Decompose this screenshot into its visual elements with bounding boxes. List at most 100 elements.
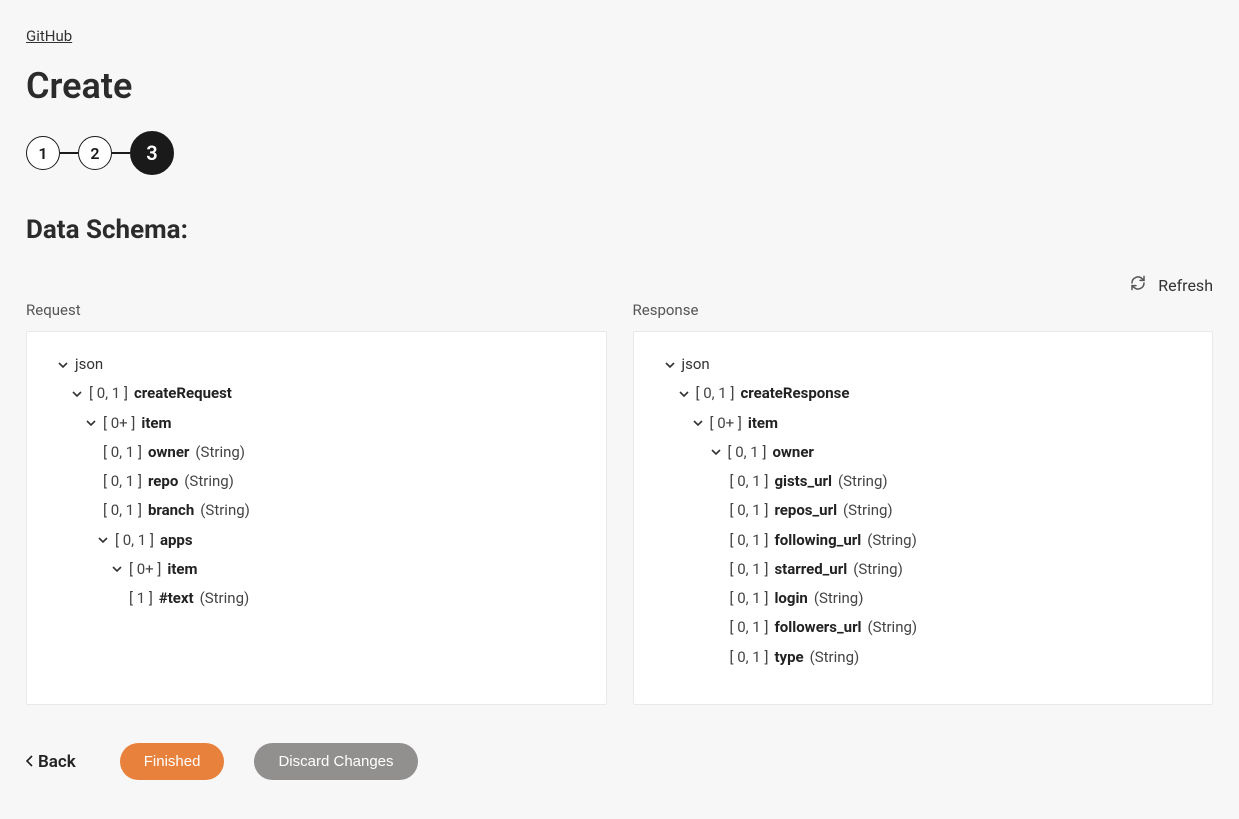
tree-name: gists_url — [774, 467, 832, 496]
tree-leaf-starred-url[interactable]: [ 0, 1 ]starred_url(String) — [654, 555, 1193, 584]
tree-type: (String) — [184, 467, 234, 496]
breadcrumb-link-github[interactable]: GitHub — [26, 27, 72, 45]
back-label: Back — [38, 752, 76, 772]
tree-name: #text — [159, 584, 194, 613]
tree-name: repos_url — [774, 496, 837, 525]
tree-type: (String) — [853, 555, 903, 584]
tree-cardinality: [ 0, 1 ] — [103, 496, 142, 525]
tree-name: item — [141, 409, 171, 438]
tree-cardinality: [ 0, 1 ] — [728, 438, 767, 467]
tree-leaf-type[interactable]: [ 0, 1 ]type(String) — [654, 643, 1193, 672]
tree-type: (String) — [810, 643, 860, 672]
tree-name: branch — [148, 496, 194, 525]
tree-name: owner — [148, 438, 189, 467]
tree-node-createrequest[interactable]: [ 0, 1 ] createRequest — [47, 379, 586, 408]
tree-cardinality: [ 0, 1 ] — [730, 496, 769, 525]
step-3[interactable]: 3 — [130, 131, 174, 175]
page-title: Create — [26, 65, 1213, 107]
tree-name: apps — [160, 526, 193, 555]
tree-name: item — [167, 555, 197, 584]
tree-cardinality: [ 0, 1 ] — [89, 379, 128, 408]
tree-cardinality: [ 0, 1 ] — [730, 526, 769, 555]
request-panel: json [ 0, 1 ] createRequest [ 0+ ] item … — [26, 331, 607, 705]
tree-node-item[interactable]: [ 0+ ] item — [47, 409, 586, 438]
tree-leaf-text[interactable]: [ 1 ] #text (String) — [47, 584, 586, 613]
tree-name: starred_url — [774, 555, 847, 584]
tree-leaf-repos-url[interactable]: [ 0, 1 ]repos_url(String) — [654, 496, 1193, 525]
tree-type: (String) — [867, 526, 917, 555]
tree-leaf-repo[interactable]: [ 0, 1 ] repo (String) — [47, 467, 586, 496]
chevron-down-icon — [57, 360, 69, 370]
tree-cardinality: [ 1 ] — [129, 584, 153, 613]
refresh-button[interactable]: Refresh — [1130, 275, 1213, 295]
chevron-down-icon — [692, 418, 704, 428]
tree-leaf-owner[interactable]: [ 0, 1 ] owner (String) — [47, 438, 586, 467]
chevron-down-icon — [111, 564, 123, 574]
tree-node-owner[interactable]: [ 0, 1 ] owner — [654, 438, 1193, 467]
tree-type: (String) — [843, 496, 893, 525]
tree-type: (String) — [200, 584, 250, 613]
tree-node-item[interactable]: [ 0+ ] item — [654, 409, 1193, 438]
tree-node-json[interactable]: json — [654, 350, 1193, 379]
tree-name: owner — [772, 438, 813, 467]
tree-cardinality: [ 0, 1 ] — [103, 438, 142, 467]
tree-type: (String) — [868, 613, 918, 642]
tree-cardinality: [ 0, 1 ] — [730, 467, 769, 496]
tree-name: login — [774, 584, 807, 613]
chevron-down-icon — [664, 360, 676, 370]
tree-leaf-branch[interactable]: [ 0, 1 ] branch (String) — [47, 496, 586, 525]
tree-cardinality: [ 0, 1 ] — [103, 467, 142, 496]
tree-cardinality: [ 0, 1 ] — [115, 526, 154, 555]
tree-leaf-gists-url[interactable]: [ 0, 1 ]gists_url(String) — [654, 467, 1193, 496]
step-2[interactable]: 2 — [78, 136, 112, 170]
discard-changes-button[interactable]: Discard Changes — [254, 743, 417, 780]
section-title: Data Schema: — [26, 215, 1213, 245]
response-panel: json [ 0, 1 ] createResponse [ 0+ ] item… — [633, 331, 1214, 705]
chevron-down-icon — [97, 535, 109, 545]
refresh-icon — [1130, 275, 1146, 295]
tree-name: createRequest — [134, 379, 232, 408]
tree-leaf-followers-url[interactable]: [ 0, 1 ]followers_url(String) — [654, 613, 1193, 642]
tree-cardinality: [ 0+ ] — [103, 409, 135, 438]
stepper: 1 2 3 — [26, 131, 1213, 175]
tree-label: json — [75, 350, 103, 379]
tree-name: type — [774, 643, 803, 672]
step-connector — [60, 152, 78, 154]
tree-cardinality: [ 0, 1 ] — [730, 613, 769, 642]
tree-node-apps[interactable]: [ 0, 1 ] apps — [47, 526, 586, 555]
request-label: Request — [26, 301, 607, 319]
chevron-down-icon — [710, 447, 722, 457]
tree-cardinality: [ 0+ ] — [129, 555, 161, 584]
step-1[interactable]: 1 — [26, 136, 60, 170]
response-label: Response — [633, 301, 1214, 319]
tree-type: (String) — [838, 467, 888, 496]
tree-name: createResponse — [740, 379, 849, 408]
tree-type: (String) — [200, 496, 250, 525]
tree-leaf-login[interactable]: [ 0, 1 ]login(String) — [654, 584, 1193, 613]
tree-type: (String) — [814, 584, 864, 613]
finished-button[interactable]: Finished — [120, 743, 225, 780]
tree-node-apps-item[interactable]: [ 0+ ] item — [47, 555, 586, 584]
chevron-down-icon — [85, 418, 97, 428]
tree-cardinality: [ 0, 1 ] — [696, 379, 735, 408]
breadcrumb: GitHub — [26, 26, 1213, 45]
refresh-label: Refresh — [1158, 276, 1213, 295]
tree-name: following_url — [774, 526, 861, 555]
step-connector — [112, 152, 130, 154]
tree-label: json — [682, 350, 710, 379]
tree-type: (String) — [195, 438, 245, 467]
tree-cardinality: [ 0, 1 ] — [730, 555, 769, 584]
tree-name: repo — [148, 467, 178, 496]
tree-node-json[interactable]: json — [47, 350, 586, 379]
chevron-down-icon — [678, 389, 690, 399]
tree-cardinality: [ 0, 1 ] — [730, 584, 769, 613]
tree-cardinality: [ 0+ ] — [710, 409, 742, 438]
back-button[interactable]: Back — [26, 752, 76, 772]
tree-name: item — [748, 409, 778, 438]
tree-cardinality: [ 0, 1 ] — [730, 643, 769, 672]
chevron-down-icon — [71, 389, 83, 399]
tree-node-createresponse[interactable]: [ 0, 1 ] createResponse — [654, 379, 1193, 408]
chevron-left-icon — [26, 752, 34, 772]
tree-name: followers_url — [774, 613, 861, 642]
tree-leaf-following-url[interactable]: [ 0, 1 ]following_url(String) — [654, 526, 1193, 555]
